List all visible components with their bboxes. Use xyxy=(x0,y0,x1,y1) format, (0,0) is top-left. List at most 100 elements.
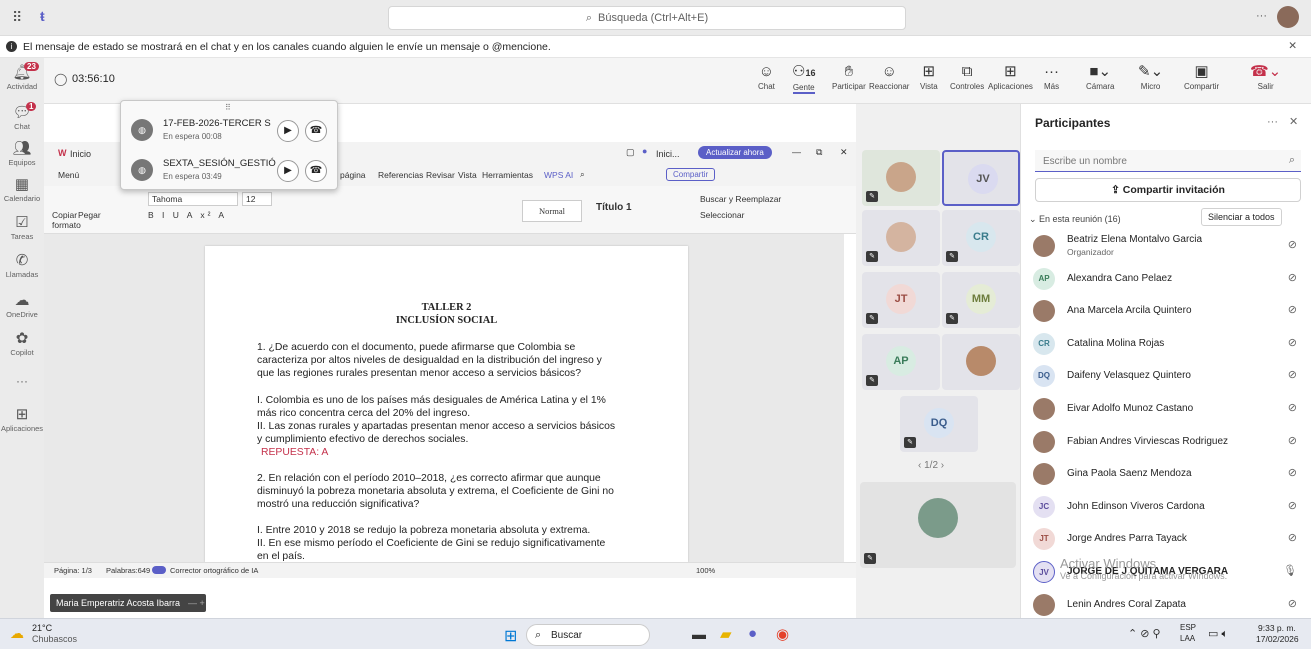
participant-row[interactable]: Lenin Andres Coral Zapata ⊘ xyxy=(1033,591,1303,621)
app-grid-icon[interactable]: ⠿ xyxy=(12,9,22,26)
participant-row[interactable]: Gina Paola Saenz Mendoza ⊘ xyxy=(1033,460,1303,490)
teams-icon[interactable]: ● xyxy=(748,625,757,642)
video-tile[interactable]: JV xyxy=(942,150,1020,206)
font-select[interactable]: Tahoma xyxy=(148,192,238,206)
spell-check[interactable]: Corrector ortográfico de IA xyxy=(170,566,258,575)
video-tile[interactable]: AP ✎ xyxy=(862,334,940,390)
clock-date[interactable]: 17/02/2026 xyxy=(1256,634,1299,644)
self-video-tile[interactable]: ✎ xyxy=(860,482,1016,568)
mic-off-icon[interactable]: ⊘ xyxy=(1288,434,1297,447)
share-invite-button[interactable]: ⇪ Compartir invitación xyxy=(1035,178,1301,202)
copy-button[interactable]: Copiar xyxy=(52,210,77,220)
taskbar-search[interactable]: ⌕ Buscar xyxy=(526,624,650,646)
video-tile[interactable]: ✎ xyxy=(862,150,940,206)
more-button[interactable]: ··· Más xyxy=(1044,62,1059,91)
paste-button[interactable]: Pegar xyxy=(78,210,101,220)
participant-row[interactable]: Eivar Adolfo Munoz Castano ⊘ xyxy=(1033,395,1303,425)
tab-references[interactable]: Referencias xyxy=(378,170,423,180)
terminal-icon[interactable]: ▬ xyxy=(692,626,706,642)
rail-item-onedrive[interactable]: ☁ OneDrive xyxy=(0,292,44,319)
hang-up-icon[interactable]: ☎ xyxy=(305,160,327,182)
home-tab[interactable]: Inicio xyxy=(70,149,91,159)
mute-all-button[interactable]: Silenciar a todos xyxy=(1201,208,1282,226)
search-bar[interactable]: ⌕ Búsqueda (Ctrl+Alt+E) xyxy=(388,6,906,30)
resume-icon[interactable]: ▶ xyxy=(277,160,299,182)
participant-row[interactable]: JT Jorge Andres Parra Tayack ⊘ xyxy=(1033,525,1303,555)
teams-logo-icon[interactable]: ŧ xyxy=(40,8,45,24)
participant-row[interactable]: Fabian Andres Virviescas Rodriguez ⊘ xyxy=(1033,428,1303,458)
toggle-icon[interactable] xyxy=(152,566,166,574)
video-tile[interactable]: ✎ xyxy=(862,210,940,266)
close-icon[interactable]: ✕ xyxy=(1288,40,1297,52)
participant-row[interactable]: JC John Edinson Viveros Cardona ⊘ xyxy=(1033,493,1303,523)
rail-item-calls[interactable]: ✆ Llamadas xyxy=(0,252,44,279)
tab-review[interactable]: Revisar xyxy=(426,170,455,180)
minimize-icon[interactable]: — xyxy=(792,147,801,157)
clock-time[interactable]: 9:33 p. m. xyxy=(1258,623,1296,633)
mic-off-icon[interactable]: ⊘ xyxy=(1288,336,1297,349)
rail-item-activity[interactable]: 🔔︎ Actividad 23 xyxy=(0,62,44,91)
share-doc-button[interactable]: Compartir xyxy=(666,168,716,181)
video-tile[interactable]: JT ✎ xyxy=(862,272,940,328)
rail-item-tasks[interactable]: ☑ Tareas xyxy=(0,214,44,241)
find-replace-button[interactable]: Buscar y Reemplazar xyxy=(700,194,781,204)
mic-off-icon[interactable]: ⊘ xyxy=(1288,368,1297,381)
panel-more-icon[interactable]: ··· xyxy=(1267,116,1278,128)
held-call[interactable]: ◍ 17-FEB-2026-TERCER S En espera 00:08 ▶… xyxy=(131,115,331,147)
share-button[interactable]: ▣ Compartir xyxy=(1184,62,1219,91)
video-tile[interactable]: CR ✎ xyxy=(942,210,1020,266)
rail-item-apps[interactable]: ⊞ Aplicaciones xyxy=(0,406,44,433)
participant-row[interactable]: Beatriz Elena Montalvo Garcia ⊘ Organizado… xyxy=(1033,232,1303,262)
section-header[interactable]: ⌄ En esta reunión (16) xyxy=(1029,214,1121,225)
drag-handle-icon[interactable]: ⠿ xyxy=(225,103,231,112)
start-icon[interactable]: ⊞ xyxy=(504,626,517,646)
apps-button[interactable]: ⊞ Aplicaciones xyxy=(988,62,1033,91)
tray-icons[interactable]: ⌃ ⊘ ⚲ xyxy=(1128,627,1161,640)
search-icon[interactable]: ⌕ xyxy=(580,169,585,180)
zoom-level[interactable]: 100% xyxy=(696,566,715,575)
mic-off-icon[interactable]: ⊘ xyxy=(1288,401,1297,414)
participant-row[interactable]: DQ Daifeny Velasquez Quintero ⊘ xyxy=(1033,362,1303,392)
format-painter[interactable]: formato xyxy=(52,220,81,230)
participant-search[interactable]: Escribe un nombre ⌕ xyxy=(1035,150,1301,172)
style-title[interactable]: Título 1 xyxy=(596,202,632,213)
language-1[interactable]: ESP xyxy=(1180,623,1196,632)
rail-item-calendar[interactable]: ▦ Calendario xyxy=(0,176,44,203)
participant-row[interactable]: CR Catalina Molina Rojas ⊘ xyxy=(1033,330,1303,360)
close-window-icon[interactable]: ✕ xyxy=(840,147,848,158)
rail-item-chat[interactable]: 💬︎ Chat 1 xyxy=(0,102,44,131)
mic-off-icon[interactable]: ⊘ xyxy=(1288,499,1297,512)
participant-row[interactable]: AP Alexandra Cano Pelaez ⊘ xyxy=(1033,265,1303,295)
mic-off-icon[interactable]: ⊘ xyxy=(1288,597,1297,610)
rail-item-more[interactable]: ··· xyxy=(0,374,44,388)
style-normal[interactable]: Normal xyxy=(522,200,582,222)
user-icon[interactable]: ● xyxy=(642,146,647,156)
tab-view[interactable]: Vista xyxy=(458,170,477,180)
mic-off-icon[interactable]: ⊘ xyxy=(1288,238,1297,251)
video-tile[interactable]: MM ✎ xyxy=(942,272,1020,328)
mic-off-icon[interactable]: ⊘ xyxy=(1288,303,1297,316)
tab-tools[interactable]: Herramientas xyxy=(482,170,533,180)
start-label[interactable]: Inici... xyxy=(656,149,680,159)
chrome-icon[interactable]: ◉ xyxy=(776,625,789,643)
size-select[interactable]: 12 xyxy=(242,192,272,206)
menu-button[interactable]: Menú xyxy=(58,170,79,180)
format-toolbar[interactable]: B I U A x² A xyxy=(148,210,227,220)
gallery-pager[interactable]: ‹ 1/2 › xyxy=(918,460,944,471)
restore-icon[interactable]: ⧉ xyxy=(816,147,822,158)
mic-button[interactable]: ✎⌄ Micro xyxy=(1138,62,1163,91)
raise-hand-button[interactable]: ✋︎ Participar xyxy=(832,62,866,91)
rail-item-teams[interactable]: 👥︎ Equipos xyxy=(0,140,44,167)
mic-off-icon[interactable]: ⊘ xyxy=(1288,531,1297,544)
doc-icon[interactable]: ▢ xyxy=(626,147,635,158)
react-button[interactable]: ☺ Reaccionar xyxy=(869,62,909,91)
mic-off-icon[interactable]: ⊘ xyxy=(1288,271,1297,284)
file-explorer-icon[interactable]: ▰ xyxy=(720,625,732,643)
select-button[interactable]: Seleccionar xyxy=(700,210,744,220)
avatar[interactable] xyxy=(1277,6,1299,28)
mic-off-icon[interactable]: ⊘ xyxy=(1288,466,1297,479)
controls-button[interactable]: ⧉ Controles xyxy=(950,62,984,91)
rail-item-copilot[interactable]: ✿ Copilot xyxy=(0,330,44,357)
chat-button[interactable]: ☺ Chat xyxy=(758,62,775,91)
camera-button[interactable]: ■⌄ Cámara xyxy=(1086,62,1114,91)
